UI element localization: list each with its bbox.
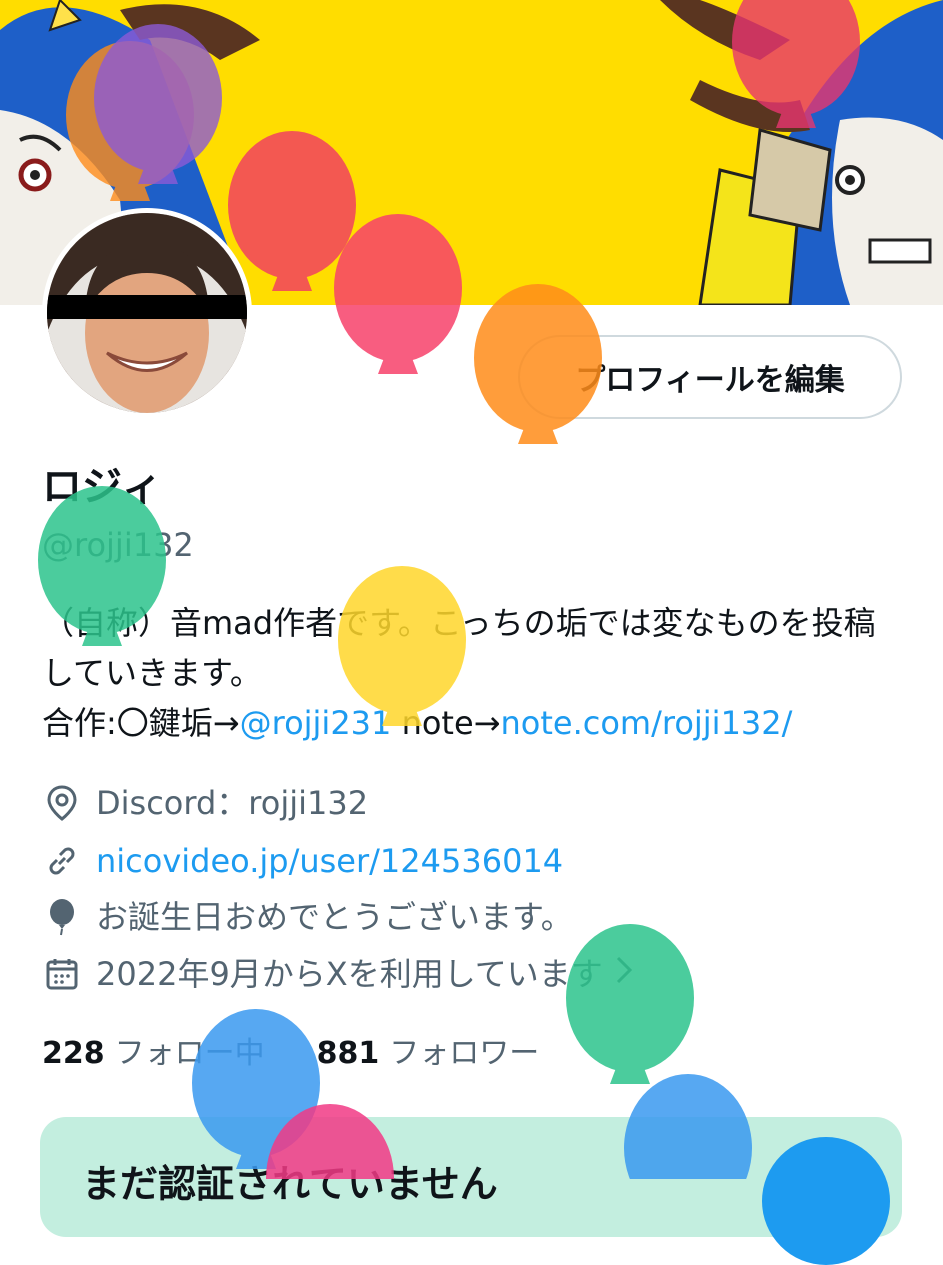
link-icon <box>42 841 82 881</box>
profile-website[interactable]: nicovideo.jp/user/124536014 <box>42 840 563 882</box>
edit-profile-button[interactable]: プロフィールを編集 <box>518 335 902 419</box>
profile-location: Discord：rojji132 <box>42 782 368 824</box>
compose-button[interactable] <box>762 1137 890 1265</box>
bio-line-3: 合作:〇鍵垢→@rojji231 note→note.com/rojji132/ <box>42 698 902 748</box>
bio-line-1: （自称）音mad作者です。こっちの垢では変なものを投稿していきます。 <box>42 604 876 692</box>
profile-avatar[interactable] <box>42 208 252 418</box>
location-text: Discord：rojji132 <box>96 784 369 822</box>
profile-joined[interactable]: 2022年9月からXを利用しています <box>42 953 633 995</box>
following-label: フォロー中 <box>114 1036 265 1071</box>
verification-title: まだ認証されていません <box>82 1162 498 1206</box>
following-stat[interactable]: 228 フォロー中 <box>42 1033 265 1075</box>
display-name: ロジィ <box>42 464 162 510</box>
bio-note-prefix: note→ <box>391 704 501 742</box>
profile-bio: （自称）音mad作者です。こっちの垢では変なものを投稿していきます。 合作:〇鍵… <box>42 598 902 748</box>
edit-profile-label: プロフィールを編集 <box>575 363 845 398</box>
balloon-green-2 <box>566 924 694 1084</box>
bio-mention-link[interactable]: @rojji231 <box>240 704 392 742</box>
balloon-icon <box>42 897 82 937</box>
followers-count: 881 <box>316 1036 380 1071</box>
website-link[interactable]: nicovideo.jp/user/124536014 <box>96 840 563 882</box>
follow-stats: 228 フォロー中 881 フォロワー <box>42 1033 539 1075</box>
profile-birthday: お誕生日おめでとうございます。 <box>42 896 573 938</box>
bio-collab-prefix: 合作:〇鍵垢→ <box>42 704 240 742</box>
following-count: 228 <box>42 1036 105 1071</box>
chevron-right-icon <box>615 953 633 995</box>
user-handle: @rojji132 <box>42 526 194 564</box>
joined-text: 2022年9月からXを利用しています <box>96 955 603 993</box>
followers-label: フォロワー <box>389 1036 540 1071</box>
location-pin-icon <box>42 783 82 823</box>
bio-note-link[interactable]: note.com/rojji132/ <box>500 704 792 742</box>
birthday-text: お誕生日おめでとうございます。 <box>96 898 573 936</box>
avatar-photo <box>47 213 247 413</box>
calendar-icon <box>42 954 82 994</box>
followers-stat[interactable]: 881 フォロワー <box>317 1033 540 1075</box>
